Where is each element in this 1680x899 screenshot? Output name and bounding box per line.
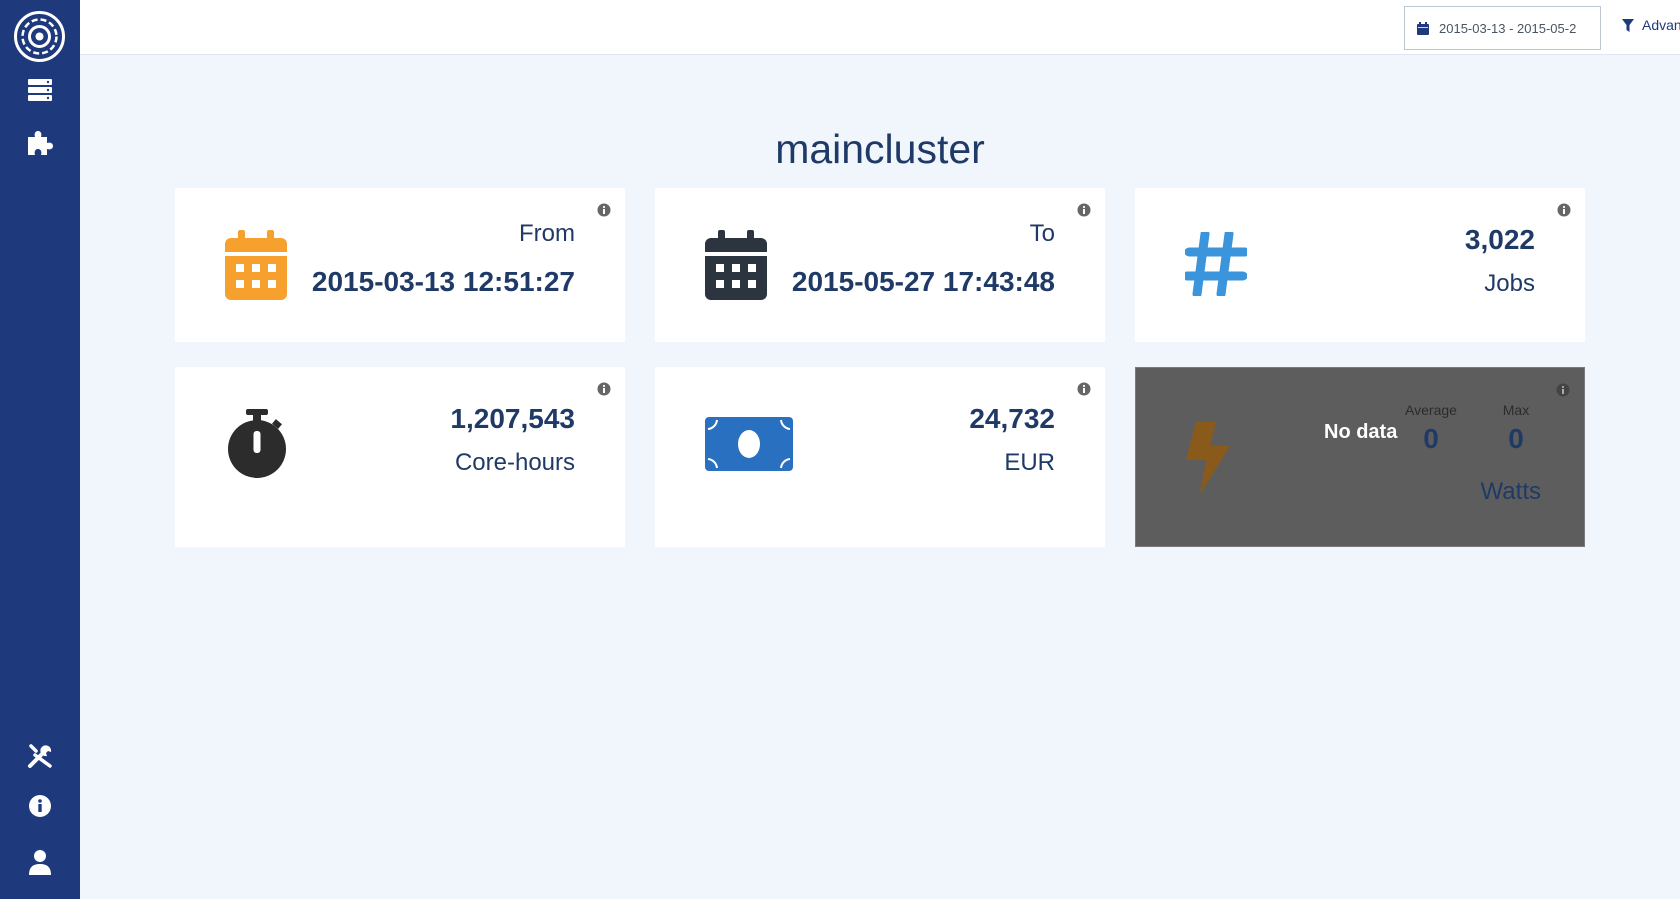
info-icon[interactable]	[1557, 203, 1571, 217]
power-card: No data Average 0 Max 0 Watts	[1135, 367, 1585, 547]
money-bill-icon	[705, 417, 793, 471]
advanced-label: Advanced	[1642, 17, 1680, 33]
average-label: Average	[1405, 402, 1457, 418]
info-icon[interactable]	[1556, 383, 1570, 397]
info-icon[interactable]	[1077, 382, 1091, 396]
from-label: From	[519, 220, 575, 247]
calendar-icon	[225, 230, 287, 300]
app-logo-icon[interactable]	[14, 11, 65, 62]
sidebar-item-servers[interactable]	[0, 70, 80, 114]
date-range-picker[interactable]: 2015-03-13 - 2015-05-2	[1404, 6, 1601, 50]
info-icon[interactable]	[597, 382, 611, 396]
info-icon[interactable]	[1077, 203, 1091, 217]
to-card: To 2015-05-27 17:43:48	[655, 188, 1105, 342]
jobs-value: 3,022	[1464, 224, 1535, 255]
power-unit: Watts	[1480, 478, 1541, 505]
user-icon	[28, 849, 52, 880]
sidebar-item-plugins[interactable]	[0, 122, 80, 166]
sidebar-item-info[interactable]	[0, 786, 80, 830]
cost-value: 24,732	[969, 403, 1055, 434]
puzzle-icon	[26, 129, 54, 160]
hashtag-icon	[1185, 232, 1247, 296]
server-icon	[28, 78, 52, 106]
top-bar: 2015-03-13 - 2015-05-2 Advanced	[80, 0, 1680, 55]
bolt-icon	[1186, 422, 1230, 494]
average-value: 0	[1423, 423, 1439, 454]
stopwatch-icon	[228, 409, 286, 478]
sidebar-item-tools[interactable]	[0, 736, 80, 780]
power-average: Average 0	[1396, 402, 1466, 455]
jobs-card: 3,022 Jobs	[1135, 188, 1585, 342]
calendar-icon	[705, 230, 767, 300]
max-value: 0	[1508, 423, 1524, 454]
date-range-text: 2015-03-13 - 2015-05-2	[1439, 20, 1577, 36]
to-label: To	[1029, 220, 1055, 247]
corehours-value: 1,207,543	[450, 403, 575, 434]
cost-label: EUR	[1004, 449, 1055, 476]
advanced-filter-button[interactable]: Advanced	[1622, 14, 1680, 36]
info-icon	[28, 794, 52, 823]
from-value: 2015-03-13 12:51:27	[311, 266, 575, 297]
page-title: maincluster	[775, 126, 985, 172]
power-max: Max 0	[1491, 402, 1541, 455]
to-value: 2015-05-27 17:43:48	[791, 266, 1055, 297]
calendar-small-icon	[1417, 21, 1429, 35]
filter-icon	[1622, 18, 1634, 32]
max-label: Max	[1502, 402, 1530, 418]
sidebar	[0, 0, 80, 899]
sidebar-item-user[interactable]	[0, 842, 80, 886]
tools-icon	[27, 743, 53, 774]
from-card: From 2015-03-13 12:51:27	[175, 188, 625, 342]
corehours-label: Core-hours	[454, 449, 575, 476]
corehours-card: 1,207,543 Core-hours	[175, 367, 625, 547]
cost-card: 24,732 EUR	[655, 367, 1105, 547]
no-data-status: No data	[1324, 421, 1398, 443]
jobs-label: Jobs	[1484, 270, 1535, 297]
info-icon[interactable]	[597, 203, 611, 217]
